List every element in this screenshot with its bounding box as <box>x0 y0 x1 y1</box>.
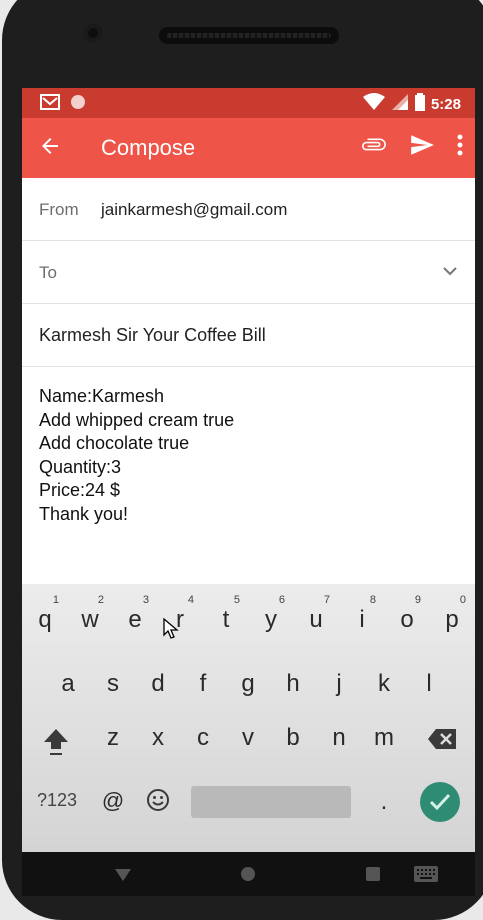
phone-frame: 5:28 Compose From jainkarmesh@gmail.com … <box>0 0 483 920</box>
body-line: Price:24 $ <box>39 480 121 500</box>
key-x[interactable]: x <box>138 724 178 752</box>
body-line: Quantity:3 <box>39 456 122 477</box>
from-value[interactable]: jainkarmesh@gmail.com <box>101 200 287 220</box>
key-s[interactable]: s <box>93 670 133 698</box>
screen: 5:28 Compose From jainkarmesh@gmail.com … <box>22 88 475 896</box>
status-bar: 5:28 <box>22 88 475 118</box>
to-row[interactable]: To <box>22 241 475 304</box>
home-nav-icon[interactable] <box>240 866 256 887</box>
clock-time: 5:28 <box>430 95 461 113</box>
gmail-notification-icon <box>40 94 60 115</box>
key-a[interactable]: a <box>48 670 88 698</box>
at-key[interactable]: @ <box>93 788 133 814</box>
from-row[interactable]: From jainkarmesh@gmail.com <box>22 178 475 241</box>
navigation-bar <box>22 852 475 896</box>
attach-icon[interactable] <box>361 132 387 163</box>
key-h[interactable]: h <box>273 670 313 698</box>
key-e[interactable]: 3e <box>115 594 155 634</box>
key-t[interactable]: 5t <box>206 594 246 634</box>
key-q[interactable]: 1q <box>25 594 65 634</box>
key-k[interactable]: k <box>364 670 404 698</box>
emoji-icon[interactable] <box>138 788 178 819</box>
check-icon <box>429 793 451 811</box>
space-bar[interactable] <box>191 786 351 818</box>
key-v[interactable]: v <box>228 724 268 752</box>
key-g[interactable]: g <box>228 670 268 698</box>
key-z[interactable]: z <box>93 724 133 752</box>
compose-body[interactable]: Name:Karmesh Add whipped cream true Add … <box>39 385 234 526</box>
shift-icon[interactable] <box>36 726 76 763</box>
key-l[interactable]: l <box>409 670 449 698</box>
key-i[interactable]: 8i <box>342 594 382 634</box>
key-j[interactable]: j <box>319 670 359 698</box>
key-p[interactable]: 0p <box>432 594 472 634</box>
body-line: Add chocolate true <box>39 433 190 453</box>
page-title: Compose <box>101 135 196 160</box>
backspace-icon[interactable] <box>422 728 462 757</box>
key-o[interactable]: 9o <box>387 594 427 634</box>
overflow-menu-icon[interactable] <box>457 134 463 161</box>
mouse-pointer-icon <box>163 617 179 645</box>
record-dot-icon <box>70 94 86 115</box>
key-u[interactable]: 7u <box>296 594 336 634</box>
subject-field[interactable]: Karmesh Sir Your Coffee Bill <box>39 325 266 346</box>
body-line: Thank you! <box>39 503 129 524</box>
key-b[interactable]: b <box>273 724 313 752</box>
keyboard-switch-icon[interactable] <box>414 866 438 887</box>
battery-icon <box>414 93 425 115</box>
key-y[interactable]: 6y <box>251 594 291 634</box>
key-m[interactable]: m <box>364 724 404 752</box>
body-line: Add whipped cream true <box>39 409 235 430</box>
to-label: To <box>39 263 57 282</box>
wifi-icon <box>362 93 385 115</box>
earpiece-speaker <box>159 27 339 44</box>
back-nav-icon[interactable] <box>114 868 132 887</box>
app-bar: Compose <box>22 118 475 178</box>
key-w[interactable]: 2w <box>70 594 110 634</box>
body-line: Name:Karmesh <box>39 386 165 406</box>
symbols-key[interactable]: ?123 <box>34 790 80 811</box>
subject-row[interactable]: Karmesh Sir Your Coffee Bill <box>22 304 475 367</box>
key-f[interactable]: f <box>183 670 223 698</box>
front-camera <box>84 24 102 42</box>
recents-nav-icon[interactable] <box>366 867 380 886</box>
from-label: From <box>39 200 79 219</box>
enter-key[interactable] <box>420 782 460 822</box>
key-n[interactable]: n <box>319 724 359 752</box>
key-c[interactable]: c <box>183 724 223 752</box>
cell-signal-icon <box>391 93 409 115</box>
key-d[interactable]: d <box>138 670 178 698</box>
send-icon[interactable] <box>409 132 435 163</box>
period-key[interactable]: . <box>364 788 404 816</box>
chevron-down-icon[interactable] <box>443 263 457 281</box>
back-arrow-icon[interactable] <box>38 134 62 163</box>
soft-keyboard: 1q 2w 3e 4r 5t 6y 7u 8i 9o 0p a s d f g … <box>22 584 475 852</box>
